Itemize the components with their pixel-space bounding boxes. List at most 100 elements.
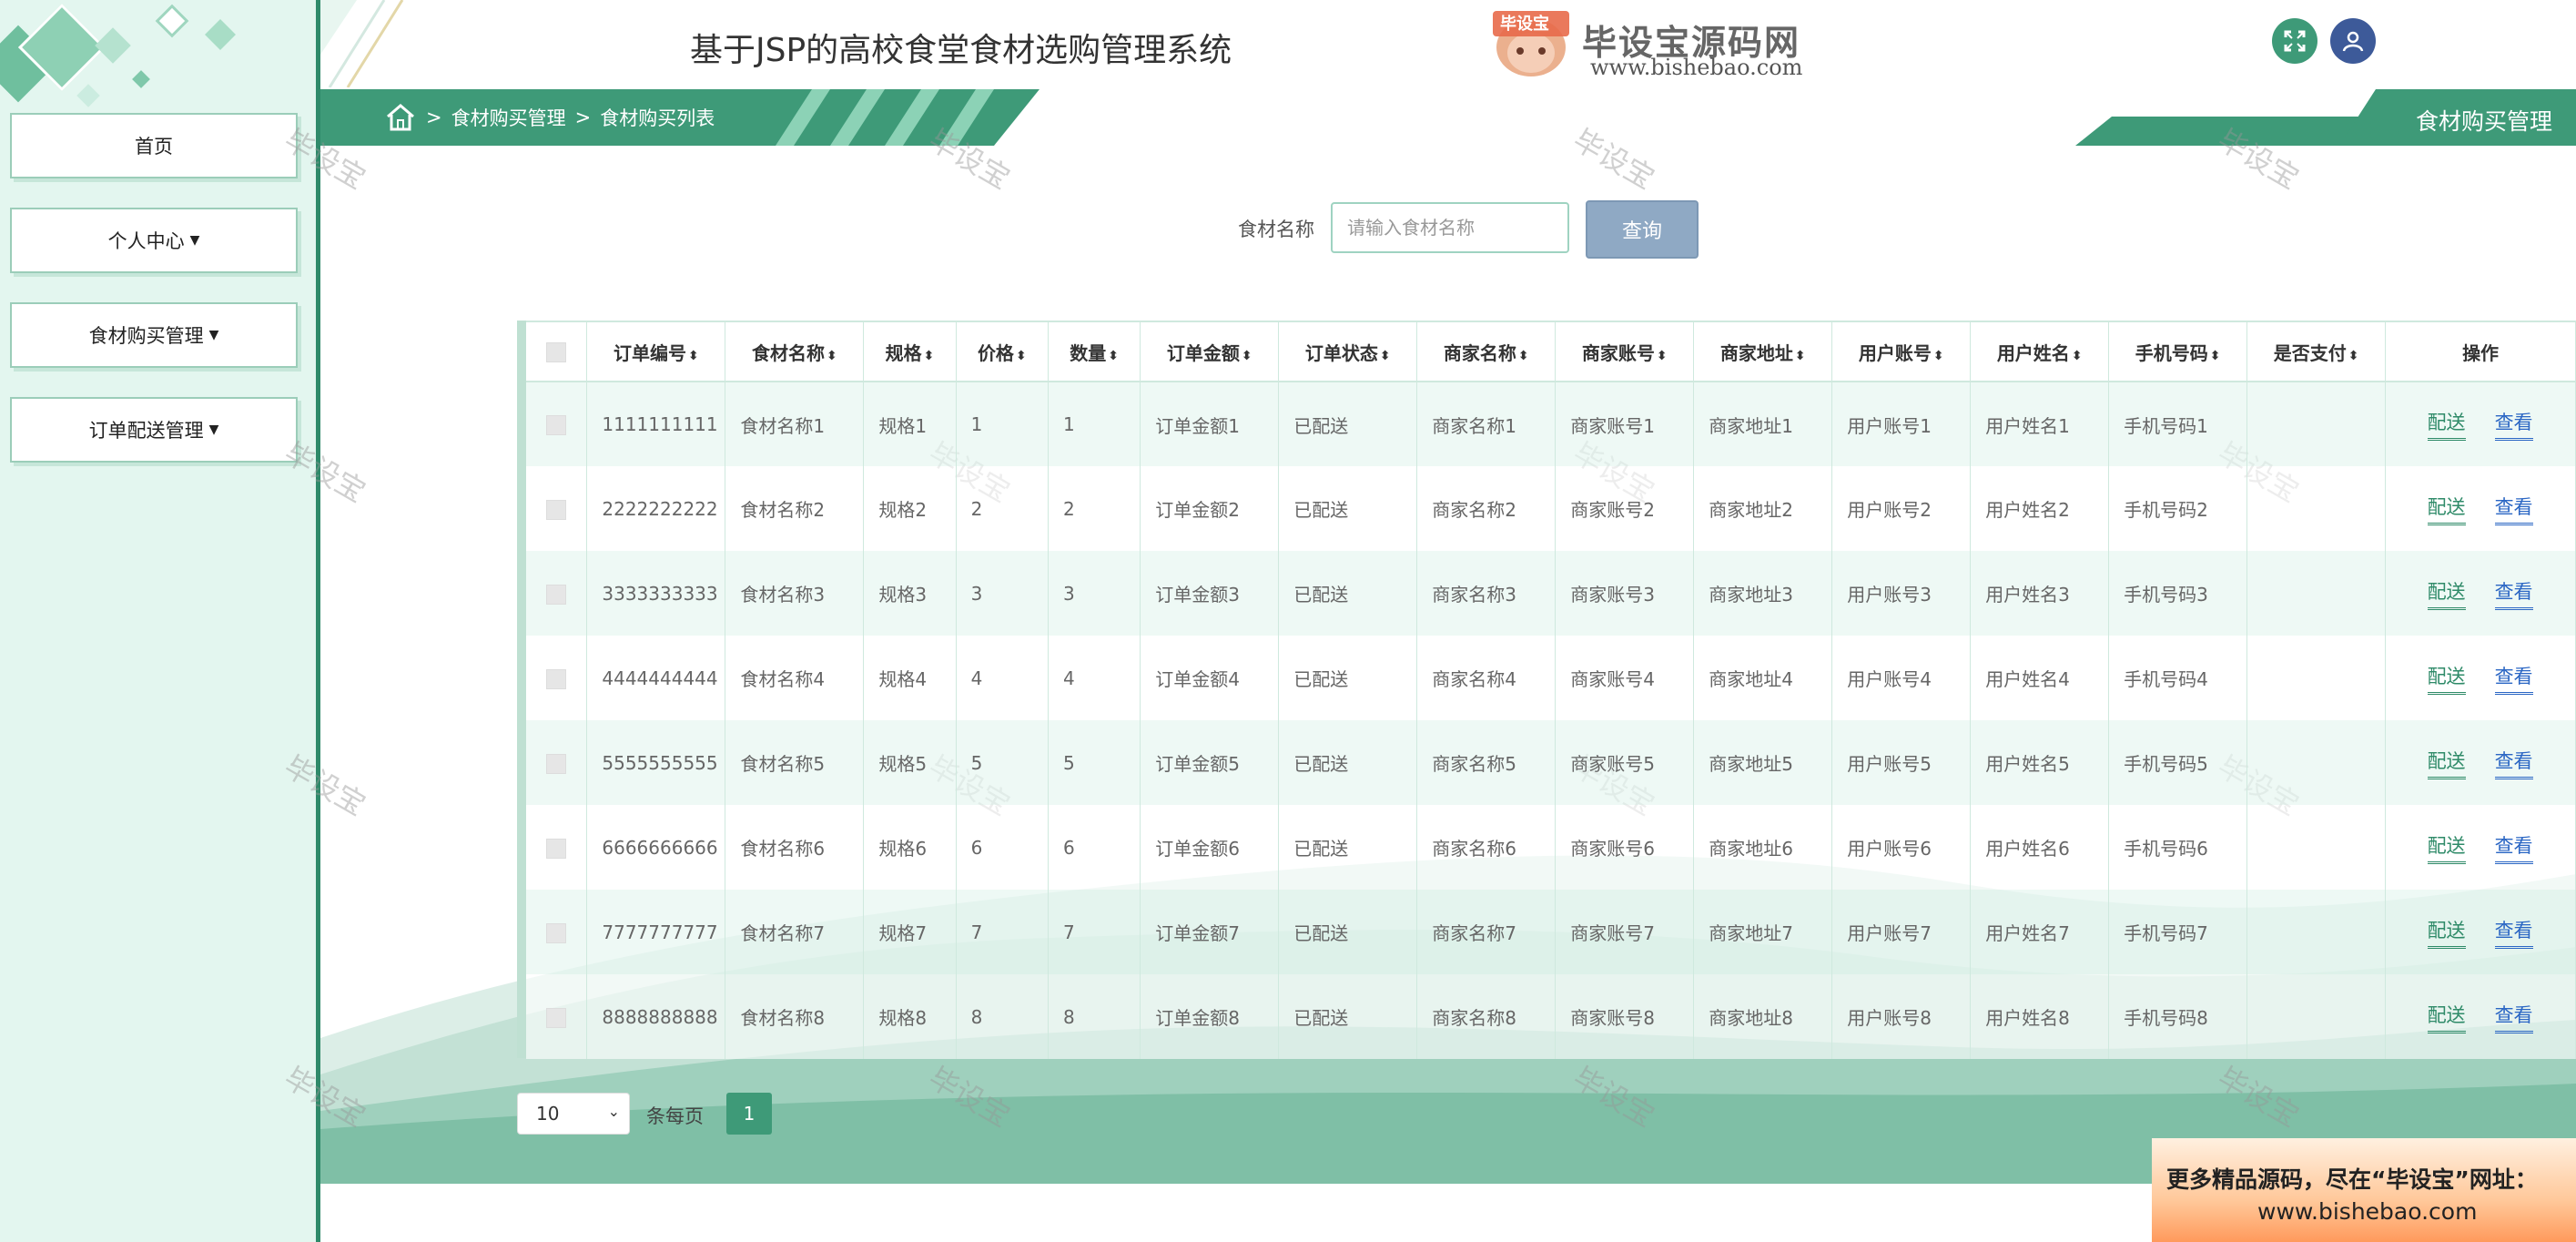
table-cell: 用户账号4 [1831,636,1972,720]
column-header[interactable]: 订单状态 ⬍ [1278,321,1418,382]
dispatch-link[interactable]: 配送 [2427,1001,2466,1033]
sort-icon: ⬍ [2071,348,2083,363]
dispatch-link[interactable]: 配送 [2427,662,2466,695]
table-cell: 用户姓名2 [1970,466,2110,551]
table-cell: 4 [956,636,1049,720]
table-cell: 商家名称7 [1416,890,1557,974]
table-cell: 商家地址4 [1693,636,1833,720]
view-link[interactable]: 查看 [2494,662,2533,695]
sidebar-item-purchase-management[interactable]: 食材购买管理 ▼ [10,302,298,368]
row-checkbox[interactable] [545,838,566,859]
table-cell: 1111111111 [586,382,726,466]
table-cell: 规格5 [863,720,957,805]
sort-icon: ⬍ [1794,348,1806,363]
view-link[interactable]: 查看 [2494,747,2533,779]
table-cell: 食材名称5 [725,720,865,805]
column-header[interactable]: 是否支付 ⬍ [2246,321,2387,382]
view-link[interactable]: 查看 [2494,493,2533,525]
breadcrumb-separator: > [574,107,592,128]
column-header[interactable]: 价格 ⬍ [956,321,1049,382]
dispatch-link[interactable]: 配送 [2427,577,2466,610]
table-cell: 商家名称8 [1416,974,1557,1059]
table-cell: 8 [1048,974,1141,1059]
column-header[interactable]: 用户姓名 ⬍ [1970,321,2110,382]
sidebar-item-delivery-management[interactable]: 订单配送管理 ▼ [10,397,298,463]
sidebar-item-personal-center[interactable]: 个人中心 ▼ [10,208,298,273]
table-cell: 商家账号4 [1555,636,1695,720]
dispatch-link[interactable]: 配送 [2427,408,2466,441]
page-title: 基于JSP的高校食堂食材选购管理系统 [690,32,1232,69]
dispatch-link[interactable]: 配送 [2427,493,2466,525]
table-cell: 食材名称3 [725,551,865,636]
page-size-select[interactable]: 10 ⌄ [517,1093,630,1135]
data-table: 订单编号 ⬍ 食材名称 ⬍ 规格 ⬍ 价格 ⬍ 数量 ⬍ 订单金额 ⬍ 订单状态 ⬍ 商家名称… [517,321,2576,1059]
table-cell: 用户姓名3 [1970,551,2110,636]
view-link[interactable]: 查看 [2494,1001,2533,1033]
row-checkbox[interactable] [545,1007,566,1028]
search-input[interactable] [1331,202,1569,253]
table-cell: 7777777777 [586,890,726,974]
table-cell: 商家名称5 [1416,720,1557,805]
row-checkbox[interactable] [545,584,566,605]
search-button[interactable]: 查询 [1586,200,1699,259]
fullscreen-button[interactable] [2272,18,2317,64]
table-cell: 规格8 [863,974,957,1059]
table-cell [2246,890,2387,974]
table-cell: 用户姓名4 [1970,636,2110,720]
table-row: 1111111111 食材名称1 规格1 1 1 订单金额1 已配送 商家名称1 商家账号1 商家… [526,382,2576,466]
table-cell [2246,974,2387,1059]
chevron-down-icon: ⌄ [607,1103,620,1120]
caret-down-icon: ▼ [208,328,219,342]
breadcrumb: > 食材购买管理 > 食材购买列表 [320,89,1040,146]
table-cell: 已配送 [1278,805,1418,890]
row-actions: 配送 查看 [2385,974,2576,1059]
view-link[interactable]: 查看 [2494,577,2533,610]
view-link[interactable]: 查看 [2494,408,2533,441]
user-button[interactable] [2330,18,2376,64]
table-cell: 1 [1048,382,1141,466]
view-link[interactable]: 查看 [2494,831,2533,864]
table-cell: 6 [1048,805,1141,890]
breadcrumb-item-purchase-management[interactable]: 食材购买管理 [451,104,566,131]
header: 基于JSP的高校食堂食材选购管理系统 毕设宝 毕设宝源码网 www.bisheb… [320,0,2576,87]
search-label: 食材名称 [1238,219,1314,240]
table-cell [2246,382,2387,466]
column-header-actions: 操作 [2385,321,2576,382]
row-checkbox[interactable] [545,922,566,943]
table-cell: 商家地址5 [1693,720,1833,805]
column-header[interactable]: 订单金额 ⬍ [1140,321,1280,382]
select-all-checkbox[interactable] [545,342,566,363]
column-header[interactable]: 数量 ⬍ [1048,321,1141,382]
row-select-cell [526,382,588,466]
dispatch-link[interactable]: 配送 [2427,747,2466,779]
column-header[interactable]: 规格 ⬍ [863,321,957,382]
page-button[interactable]: 1 [726,1093,772,1135]
table-cell: 商家名称4 [1416,636,1557,720]
brand-logo-text: 毕设宝 [1500,15,1549,34]
table-cell: 订单金额3 [1140,551,1280,636]
sidebar-item-home[interactable]: 首页 [10,113,298,178]
table-cell [2246,466,2387,551]
column-header[interactable]: 订单编号 ⬍ [586,321,726,382]
table-cell: 已配送 [1278,890,1418,974]
dispatch-link[interactable]: 配送 [2427,916,2466,949]
column-header[interactable]: 食材名称 ⬍ [725,321,865,382]
sort-icon: ⬍ [1932,348,1944,363]
page-tag-label: 食材购买管理 [2415,108,2552,135]
row-checkbox[interactable] [545,753,566,774]
column-header[interactable]: 用户账号 ⬍ [1831,321,1972,382]
row-checkbox[interactable] [545,668,566,689]
column-header[interactable]: 商家地址 ⬍ [1693,321,1833,382]
column-header[interactable]: 商家账号 ⬍ [1555,321,1695,382]
table-cell: 5 [1048,720,1141,805]
column-header[interactable]: 商家名称 ⬍ [1416,321,1557,382]
sort-icon: ⬍ [1656,348,1668,363]
row-actions: 配送 查看 [2385,466,2576,551]
column-header[interactable]: 手机号码 ⬍ [2108,321,2248,382]
table-cell: 商家账号8 [1555,974,1695,1059]
view-link[interactable]: 查看 [2494,916,2533,949]
table-cell: 手机号码6 [2108,805,2248,890]
dispatch-link[interactable]: 配送 [2427,831,2466,864]
row-checkbox[interactable] [545,415,566,436]
row-checkbox[interactable] [545,499,566,520]
